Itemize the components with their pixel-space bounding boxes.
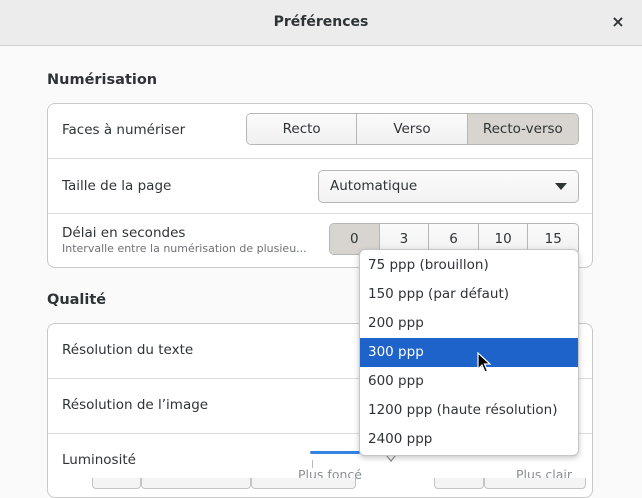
page-size-row: Taille de la page Automatique: [48, 159, 592, 214]
window-title: Préférences: [273, 14, 369, 30]
resolution-option-600[interactable]: 600 ppp: [360, 367, 578, 396]
title-bar: Préférences ×: [0, 0, 642, 46]
section-title-quality: Qualité: [47, 292, 107, 308]
sides-row: Faces à numériser Recto Verso Recto-vers…: [48, 104, 592, 159]
brightness-label: Luminosité: [62, 452, 136, 468]
sides-option-recto[interactable]: Recto: [247, 114, 358, 144]
mouse-pointer-icon: [477, 352, 491, 373]
delay-label: Délai en secondes: [62, 225, 186, 241]
brightness-slider-track[interactable]: [310, 451, 360, 454]
image-resolution-label: Résolution de l’image: [62, 397, 209, 413]
scanning-group: Faces à numériser Recto Verso Recto-vers…: [47, 103, 593, 268]
sides-option-recto-verso[interactable]: Recto-verso: [467, 114, 578, 144]
resolution-dropdown-menu: 75 ppp (brouillon) 150 ppp (par défaut) …: [359, 249, 579, 456]
resolution-option-300[interactable]: 300 ppp: [360, 338, 578, 367]
delay-sublabel: Intervalle entre la numérisation de plus…: [62, 242, 307, 255]
resolution-option-1200[interactable]: 1200 ppp (haute résolution): [360, 396, 578, 425]
sides-option-verso[interactable]: Verso: [357, 114, 468, 144]
sides-segmented-control: Recto Verso Recto-verso: [246, 113, 579, 145]
section-title-scanning: Numérisation: [47, 72, 158, 88]
page-size-value: Automatique: [330, 178, 418, 194]
page-size-dropdown[interactable]: Automatique: [318, 170, 579, 203]
resolution-option-2400[interactable]: 2400 ppp: [360, 425, 578, 454]
sides-label: Faces à numériser: [62, 122, 186, 138]
resolution-option-75[interactable]: 75 ppp (brouillon): [360, 251, 578, 280]
page-size-label: Taille de la page: [62, 178, 172, 194]
chevron-down-icon: [555, 183, 567, 190]
preferences-window: Préférences × Numérisation Faces à numér…: [0, 0, 642, 498]
resolution-option-200[interactable]: 200 ppp: [360, 309, 578, 338]
text-resolution-label: Résolution du texte: [62, 342, 194, 358]
resolution-option-150[interactable]: 150 ppp (par défaut): [360, 280, 578, 309]
hidden-controls-edge: [47, 478, 593, 489]
close-icon[interactable]: ×: [608, 12, 628, 32]
